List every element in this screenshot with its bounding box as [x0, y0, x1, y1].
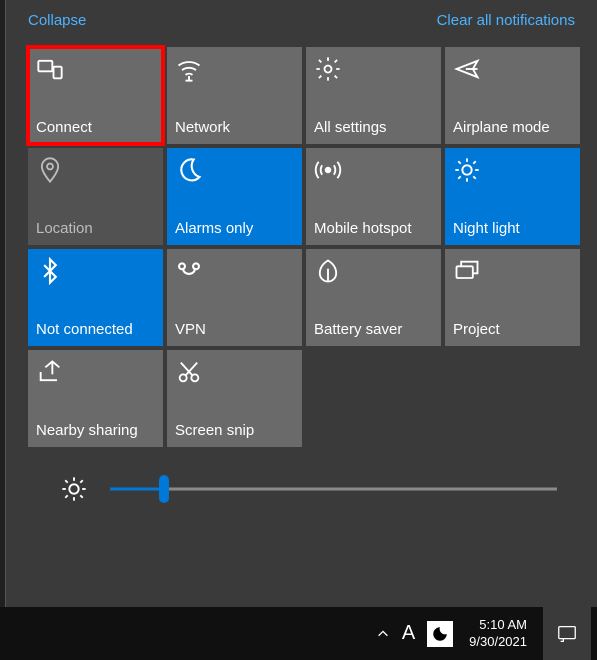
moon-icon — [175, 156, 203, 184]
tile-location[interactable]: Location — [28, 148, 163, 245]
airplane-icon — [453, 55, 481, 83]
taskbar-date: 9/30/2021 — [469, 634, 527, 650]
tile-label: Nearby sharing — [36, 422, 155, 439]
ime-mode-icon[interactable] — [427, 621, 453, 647]
brightness-icon — [60, 475, 88, 503]
tile-airplane-mode[interactable]: Airplane mode — [445, 47, 580, 144]
tile-vpn[interactable]: VPN — [167, 249, 302, 346]
system-tray: A 5:10 AM 9/30/2021 — [376, 607, 591, 660]
tile-night-light[interactable]: Night light — [445, 148, 580, 245]
tile-project[interactable]: Project — [445, 249, 580, 346]
taskbar: A 5:10 AM 9/30/2021 — [0, 607, 597, 660]
action-center-panel: Collapse Clear all notifications Connect… — [5, 0, 597, 607]
gear-icon — [314, 55, 342, 83]
tile-label: Alarms only — [175, 220, 294, 237]
snip-icon — [175, 358, 203, 386]
brightness-slider[interactable] — [110, 477, 557, 501]
tile-label: All settings — [314, 119, 433, 136]
project-icon — [453, 257, 481, 285]
clear-all-link[interactable]: Clear all notifications — [437, 12, 575, 29]
vpn-icon — [175, 257, 203, 285]
location-icon — [36, 156, 64, 184]
tile-nearby-sharing[interactable]: Nearby sharing — [28, 350, 163, 447]
action-center-button[interactable] — [543, 607, 591, 660]
taskbar-clock[interactable]: 5:10 AM 9/30/2021 — [465, 617, 531, 650]
connect-icon — [36, 55, 64, 83]
wifi-icon — [175, 55, 203, 83]
bluetooth-icon — [36, 257, 64, 285]
tile-label: Airplane mode — [453, 119, 572, 136]
tile-label: Mobile hotspot — [314, 220, 433, 237]
tile-label: Not connected — [36, 321, 155, 338]
tile-label: Project — [453, 321, 572, 338]
tile-all-settings[interactable]: All settings — [306, 47, 441, 144]
ime-indicator[interactable]: A — [402, 622, 415, 645]
tile-label: Battery saver — [314, 321, 433, 338]
tile-label: Location — [36, 220, 155, 237]
quick-action-tiles: Connect Network All settings Airplane mode L… — [6, 43, 597, 447]
tile-mobile-hotspot[interactable]: Mobile hotspot — [306, 148, 441, 245]
tile-label: VPN — [175, 321, 294, 338]
sun-icon — [453, 156, 481, 184]
tile-bluetooth[interactable]: Not connected — [28, 249, 163, 346]
taskbar-time: 5:10 AM — [469, 617, 527, 633]
tile-label: Night light — [453, 220, 572, 237]
tile-screen-snip[interactable]: Screen snip — [167, 350, 302, 447]
tile-alarms-only[interactable]: Alarms only — [167, 148, 302, 245]
leaf-icon — [314, 257, 342, 285]
brightness-row — [6, 447, 597, 503]
action-center-header: Collapse Clear all notifications — [6, 6, 597, 43]
collapse-link[interactable]: Collapse — [28, 12, 86, 29]
tile-label: Network — [175, 119, 294, 136]
tile-network[interactable]: Network — [167, 47, 302, 144]
tile-connect[interactable]: Connect — [28, 47, 163, 144]
tile-label: Connect — [36, 119, 155, 136]
tray-overflow-chevron-icon[interactable] — [376, 627, 390, 641]
tile-battery-saver[interactable]: Battery saver — [306, 249, 441, 346]
tile-label: Screen snip — [175, 422, 294, 439]
share-icon — [36, 358, 64, 386]
hotspot-icon — [314, 156, 342, 184]
